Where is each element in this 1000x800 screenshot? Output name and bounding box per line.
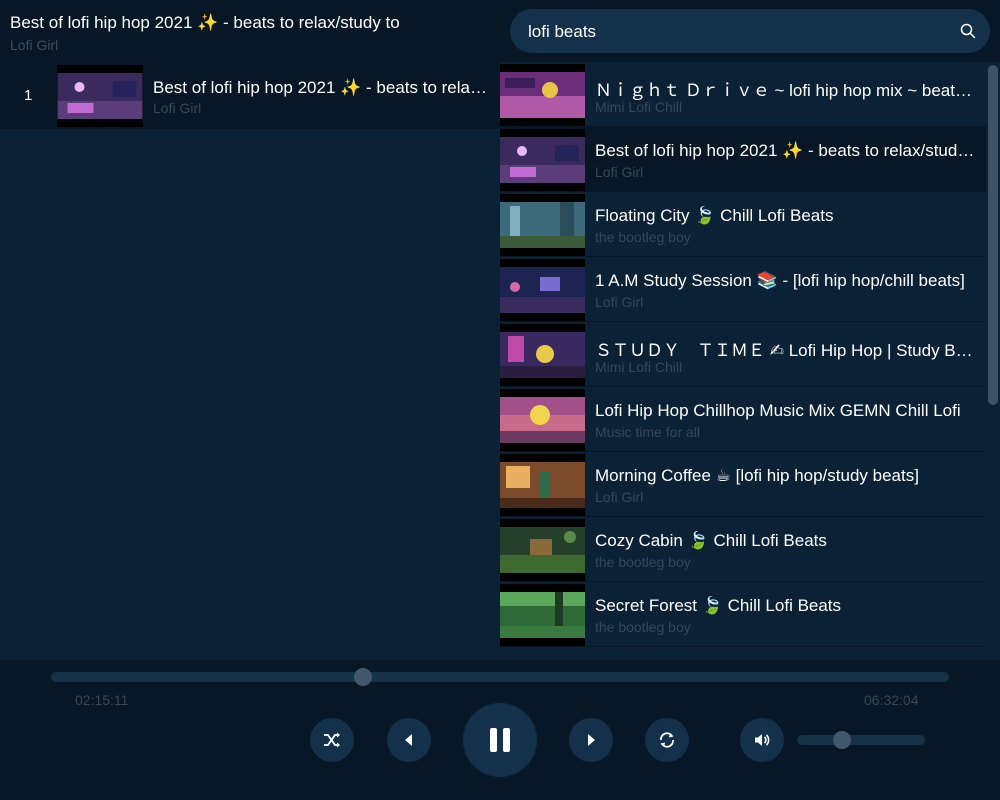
result-item[interactable]: ＳＴＵＤＹ ＴＩＭＥ ✍ Lofi Hip Hop | Study Beats … [500, 322, 986, 387]
seek-handle[interactable] [354, 668, 372, 686]
result-item[interactable]: Secret Forest 🍃 Chill Lofi Beats the boo… [500, 582, 986, 647]
result-artist: Lofi Girl [595, 294, 644, 310]
scrollbar-thumb[interactable] [988, 65, 998, 405]
result-thumbnail [500, 519, 585, 581]
repeat-icon [660, 732, 674, 748]
result-item[interactable]: Cozy Cabin 🍃 Chill Lofi Beats the bootle… [500, 517, 986, 582]
volume-slider[interactable] [797, 731, 925, 749]
result-title: Morning Coffee ☕ [lofi hip hop/study bea… [595, 466, 919, 485]
repeat-button[interactable] [645, 718, 689, 762]
result-item[interactable]: Lofi Hip Hop Chillhop Music Mix GEMN Chi… [500, 387, 986, 452]
shuffle-button[interactable] [310, 718, 354, 762]
result-title: 1 A.M Study Session 📚 - [lofi hip hop/ch… [595, 271, 965, 290]
result-title: Floating City 🍃 Chill Lofi Beats [595, 206, 834, 225]
result-artist: Mimi Lofi Chill [595, 359, 683, 375]
result-title: Ｎｉｇｈｔ Ｄｒｉｖｅ ~ lofi hip hop mix ~ beats t… [595, 81, 978, 100]
volume-handle[interactable] [833, 731, 851, 749]
queue-item-artist: Lofi Girl [153, 100, 202, 116]
result-title: Lofi Hip Hop Chillhop Music Mix GEMN Chi… [595, 401, 961, 420]
now-playing-title: Best of lofi hip hop 2021 ✨ - beats to r… [10, 13, 400, 32]
pause-button[interactable] [463, 703, 537, 777]
search-box[interactable] [510, 9, 990, 55]
total-time: 06:32:04 [864, 692, 919, 708]
result-artist: the bootleg boy [595, 554, 691, 570]
search-icon[interactable] [960, 23, 976, 39]
queue-item-thumbnail [57, 65, 143, 127]
pause-icon [490, 728, 510, 752]
result-title: Cozy Cabin 🍃 Chill Lofi Beats [595, 531, 827, 550]
previous-button[interactable] [387, 718, 431, 762]
results-scrollbar[interactable] [986, 62, 1000, 660]
next-button[interactable] [569, 718, 613, 762]
result-item[interactable]: 1 A.M Study Session 📚 - [lofi hip hop/ch… [500, 257, 986, 322]
result-artist: Lofi Girl [595, 489, 644, 505]
queue-item-title: Best of lofi hip hop 2021 ✨ - beats to r… [153, 78, 490, 97]
queue-panel: 1 Best of lofi hip hop 2021 ✨ - beats to… [0, 62, 500, 660]
result-artist: Music time for all [595, 424, 701, 440]
result-artist: the bootleg boy [595, 619, 691, 635]
shuffle-icon [324, 732, 340, 748]
result-thumbnail [500, 389, 585, 451]
result-thumbnail [500, 584, 585, 646]
result-item[interactable]: Morning Coffee ☕ [lofi hip hop/study bea… [500, 452, 986, 517]
result-item[interactable]: Best of lofi hip hop 2021 ✨ - beats to r… [500, 127, 986, 192]
queue-item[interactable]: 1 Best of lofi hip hop 2021 ✨ - beats to… [0, 62, 500, 129]
queue-item-index: 1 [24, 87, 33, 104]
result-thumbnail [500, 64, 585, 126]
result-thumbnail [500, 454, 585, 516]
player-bar: 02:15:11 06:32:04 [0, 660, 1000, 800]
result-thumbnail [500, 324, 585, 386]
previous-icon [405, 734, 412, 746]
next-icon [588, 734, 595, 746]
result-title: ＳＴＵＤＹ ＴＩＭＥ ✍ Lofi Hip Hop | Study Beats [595, 341, 978, 360]
volume-button[interactable] [740, 718, 784, 762]
seek-bar[interactable] [51, 668, 949, 686]
result-item[interactable]: Floating City 🍃 Chill Lofi Beats the boo… [500, 192, 986, 257]
result-artist: Mimi Lofi Chill [595, 99, 683, 115]
current-time: 02:15:11 [75, 692, 129, 708]
result-thumbnail [500, 194, 585, 256]
result-thumbnail [500, 129, 585, 191]
result-thumbnail [500, 259, 585, 321]
now-playing-artist: Lofi Girl [10, 37, 59, 53]
volume-icon [755, 734, 770, 746]
header: Best of lofi hip hop 2021 ✨ - beats to r… [0, 0, 1000, 62]
result-title: Secret Forest 🍃 Chill Lofi Beats [595, 596, 842, 615]
result-item[interactable]: Ｎｉｇｈｔ Ｄｒｉｖｅ ~ lofi hip hop mix ~ beats t… [500, 62, 986, 127]
result-title: Best of lofi hip hop 2021 ✨ - beats to r… [595, 141, 978, 160]
result-artist: Lofi Girl [595, 164, 644, 180]
result-artist: the bootleg boy [595, 229, 691, 245]
search-input[interactable] [526, 9, 950, 55]
search-results: Ｎｉｇｈｔ Ｄｒｉｖｅ ~ lofi hip hop mix ~ beats t… [500, 62, 986, 660]
